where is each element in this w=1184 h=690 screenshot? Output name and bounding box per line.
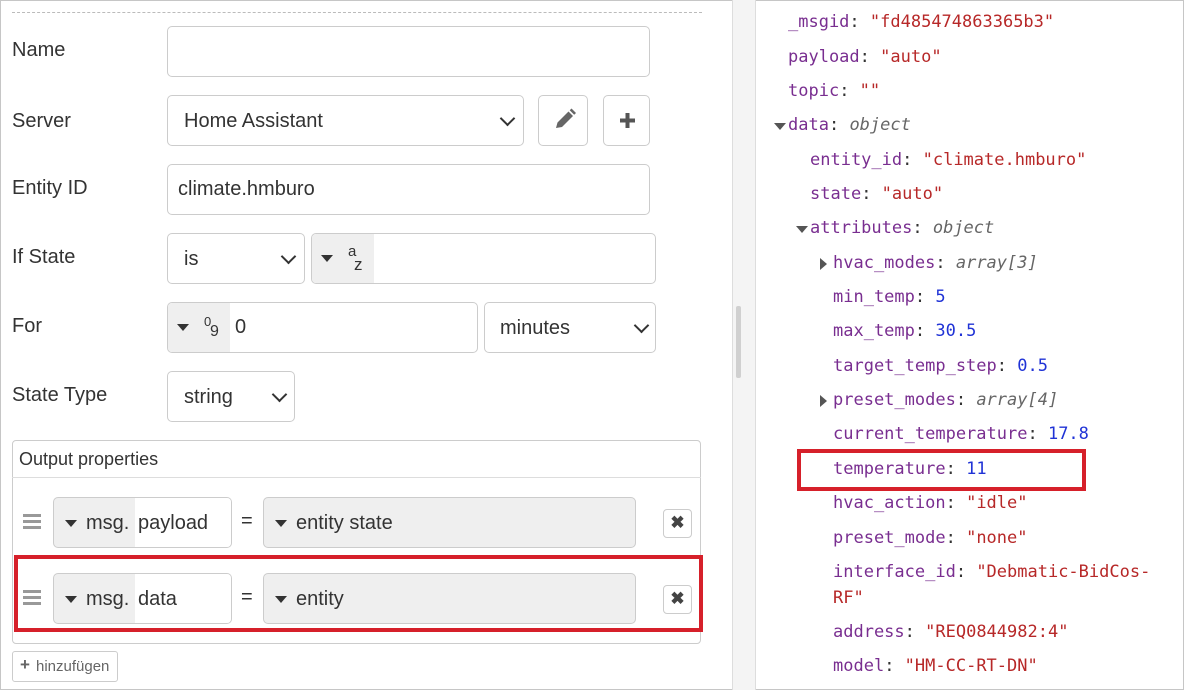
type-selector[interactable]: 0 9 <box>168 303 230 352</box>
splitter-handle[interactable] <box>736 306 741 378</box>
debug-line-hvac-action: hvac_action: "idle" <box>833 493 1028 513</box>
msg-prefix: msg. <box>86 512 130 534</box>
caret-down-icon <box>177 324 189 331</box>
server-value: Home Assistant <box>184 110 323 132</box>
entity-id-value: climate.hmburo <box>178 178 315 200</box>
for-unit-value: minutes <box>500 317 571 339</box>
chevron-down-icon <box>499 110 516 127</box>
plus-icon <box>620 113 635 128</box>
chevron-down-icon <box>280 248 297 265</box>
remove-row-button[interactable]: ✖ <box>663 509 692 538</box>
type-selector[interactable]: a z <box>312 234 374 283</box>
property-name-value: payload <box>138 512 209 534</box>
chevron-down-icon <box>271 386 288 403</box>
debug-line-hvac-modes[interactable]: hvac_modes: array[3] <box>833 253 1038 273</box>
pencil-icon <box>556 108 576 128</box>
debug-line-target-temp-step: target_temp_step: 0.5 <box>833 356 1048 376</box>
highlight-box <box>14 555 703 632</box>
if-state-label: If State <box>12 246 76 268</box>
close-icon: ✖ <box>670 513 685 532</box>
highlight-box <box>797 449 1086 491</box>
property-name-typedinput[interactable]: msg. payload <box>53 497 232 548</box>
debug-line-payload: payload: "auto" <box>788 47 942 67</box>
add-property-button[interactable]: + hinzufügen <box>12 651 118 682</box>
section-divider <box>12 12 702 13</box>
plus-icon: + <box>20 655 30 674</box>
if-state-operator-select[interactable]: is <box>167 233 305 284</box>
drag-handle-icon[interactable] <box>23 514 43 532</box>
state-type-label: State Type <box>12 384 108 406</box>
debug-line-topic: topic: "" <box>788 81 881 101</box>
name-label: Name <box>12 39 66 61</box>
server-select[interactable]: Home Assistant <box>167 95 524 146</box>
debug-line-current-temperature: current_temperature: 17.8 <box>833 424 1089 444</box>
debug-line-preset-modes[interactable]: preset_modes: array[4] <box>833 390 1058 410</box>
debug-line-max-temp: max_temp: 30.5 <box>833 321 977 341</box>
number-type-icon-bottom: 9 <box>210 323 219 340</box>
output-properties-header: Output properties <box>12 440 701 478</box>
property-value: entity state <box>296 512 393 534</box>
if-state-operator-value: is <box>184 248 199 270</box>
add-server-button[interactable] <box>603 95 650 146</box>
state-type-select[interactable]: string <box>167 371 295 422</box>
for-value-typedinput[interactable]: 0 9 0 <box>167 302 478 353</box>
debug-line-model: model: "HM-CC-RT-DN" <box>833 656 1038 676</box>
equals-sign: = <box>241 510 253 532</box>
debug-line-data[interactable]: data: object <box>788 115 911 135</box>
debug-line-entity-id: entity_id: "climate.hmburo" <box>810 150 1087 170</box>
for-label: For <box>12 315 42 337</box>
debug-line-state: state: "auto" <box>810 184 944 204</box>
caret-down-icon <box>65 520 77 527</box>
debug-line-attributes[interactable]: attributes: object <box>810 218 994 238</box>
add-property-label: hinzufügen <box>36 658 110 675</box>
expand-hvac-modes-icon[interactable] <box>820 258 827 270</box>
debug-line-preset-mode: preset_mode: "none" <box>833 528 1028 548</box>
entity-id-input[interactable]: climate.hmburo <box>167 164 650 215</box>
edit-server-button[interactable] <box>538 95 588 146</box>
node-edit-panel: Name Server Home Assistant Entity ID cli… <box>0 0 732 690</box>
debug-line-min-temp: min_temp: 5 <box>833 287 946 307</box>
entity-id-label: Entity ID <box>12 177 88 199</box>
server-label: Server <box>12 110 71 132</box>
debug-line-interface-id: interface_id: "Debmatic-BidCos- <box>833 562 1151 582</box>
expand-preset-modes-icon[interactable] <box>820 395 827 407</box>
property-name-field[interactable]: payload <box>135 498 231 547</box>
property-value-select[interactable]: entity state <box>263 497 636 548</box>
chevron-down-icon <box>633 317 650 334</box>
name-input[interactable] <box>167 26 650 77</box>
if-state-value-typedinput[interactable]: a z <box>311 233 656 284</box>
debug-message-tree: _msgid: "fd485474863365b3" payload: "aut… <box>756 0 1184 690</box>
collapse-data-icon[interactable] <box>774 123 786 130</box>
debug-line-address: address: "REQ0844982:4" <box>833 622 1069 642</box>
for-value: 0 <box>235 316 247 338</box>
caret-down-icon <box>275 520 287 527</box>
for-unit-select[interactable]: minutes <box>484 302 656 353</box>
output-properties-title: Output properties <box>19 449 159 469</box>
debug-line-interface-id-cont: RF" <box>833 588 864 608</box>
caret-down-icon <box>321 255 333 262</box>
collapse-attributes-icon[interactable] <box>796 226 808 233</box>
string-type-icon-bottom: z <box>354 255 363 274</box>
debug-line-msgid: _msgid: "fd485474863365b3" <box>788 12 1055 32</box>
state-type-value: string <box>184 386 233 408</box>
